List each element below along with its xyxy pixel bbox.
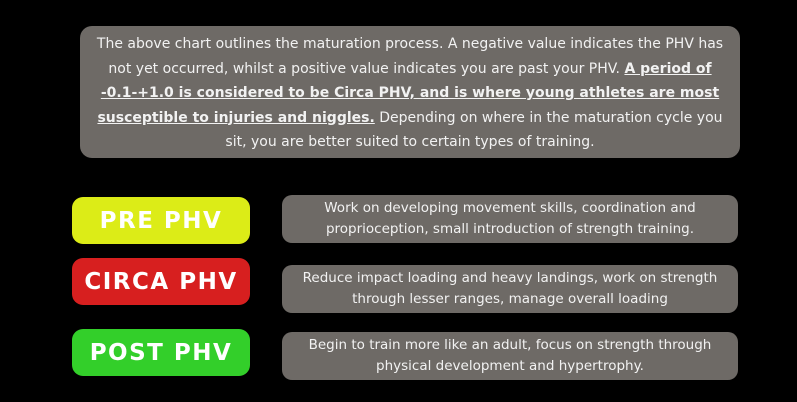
pre-phv-description: Work on developing movement skills, coor… (282, 195, 738, 243)
circa-phv-description-text: Reduce impact loading and heavy landings… (302, 270, 718, 307)
circa-phv-badge: CIRCA PHV (72, 258, 250, 305)
post-phv-badge: POST PHV (72, 329, 250, 376)
circa-phv-description: Reduce impact loading and heavy landings… (282, 265, 738, 313)
pre-phv-description-text: Work on developing movement skills, coor… (324, 200, 696, 237)
post-phv-description: Begin to train more like an adult, focus… (282, 332, 738, 380)
post-phv-description-text: Begin to train more like an adult, focus… (308, 337, 712, 374)
page: The above chart outlines the maturation … (0, 0, 797, 402)
pre-phv-badge: PRE PHV (72, 197, 250, 244)
intro-text-box: The above chart outlines the maturation … (80, 26, 740, 158)
